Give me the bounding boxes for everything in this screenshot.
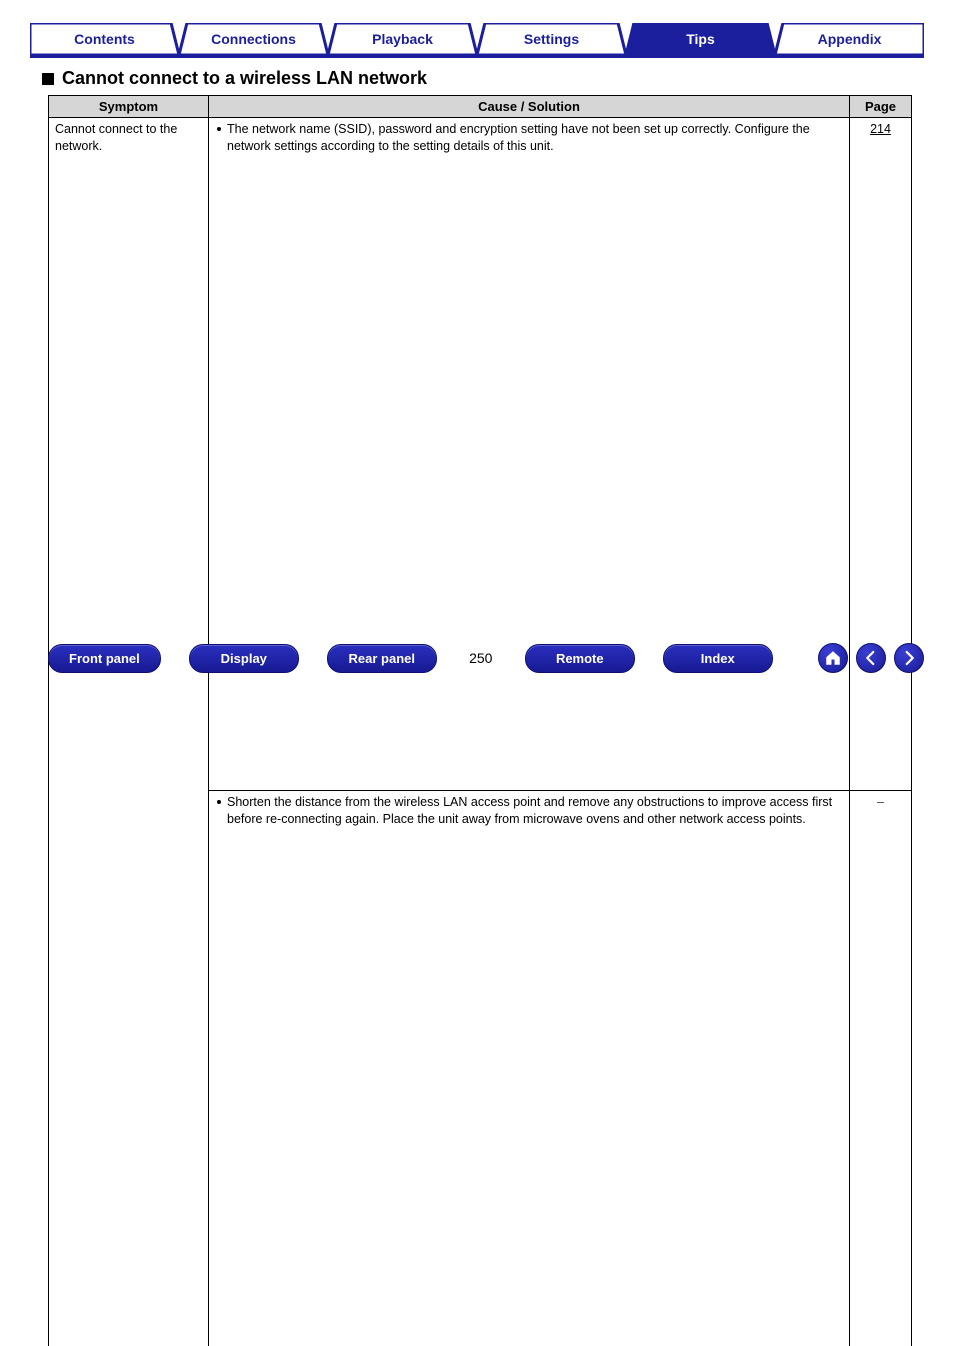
home-icon[interactable] [818,643,848,673]
troubleshoot-table-wrap: Symptom Cause / Solution Page Cannot con… [48,95,912,1346]
section-title-row: Cannot connect to a wireless LAN network [42,68,924,89]
tab-contents[interactable]: Contents [30,23,179,55]
next-page-icon[interactable] [894,643,924,673]
bottom-bar: Front panel Display Rear panel 250 Remot… [0,643,954,673]
remote-button[interactable]: Remote [525,644,635,673]
tab-appendix[interactable]: Appendix [775,23,924,55]
cell-cause: Shorten the distance from the wireless L… [209,791,850,1346]
tab-label: Appendix [775,23,924,55]
cell-symptom: Cannot connect to the network. [49,118,209,1346]
tab-label: Settings [477,23,626,55]
tab-label: Tips [626,23,775,55]
troubleshoot-table: Symptom Cause / Solution Page Cannot con… [48,95,912,1346]
th-cause: Cause / Solution [209,96,850,118]
tab-playback[interactable]: Playback [328,23,477,55]
page-link[interactable]: 214 [870,122,891,136]
table-row: Cannot connect to the network. The netwo… [49,118,912,791]
nav-icon-group [818,643,924,673]
prev-page-icon[interactable] [856,643,886,673]
top-tabs: Contents Connections Playback Settings T… [30,18,924,58]
rear-panel-button[interactable]: Rear panel [327,644,437,673]
th-page: Page [850,96,912,118]
cell-page: – [850,791,912,1346]
tab-label: Connections [179,23,328,55]
front-panel-button[interactable]: Front panel [48,644,161,673]
tab-label: Playback [328,23,477,55]
cell-cause: The network name (SSID), password and en… [209,118,850,791]
th-symptom: Symptom [49,96,209,118]
section-title: Cannot connect to a wireless LAN network [62,68,427,89]
tab-tips[interactable]: Tips [626,23,775,55]
square-bullet-icon [42,73,54,85]
display-button[interactable]: Display [189,644,299,673]
index-button[interactable]: Index [663,644,773,673]
tab-settings[interactable]: Settings [477,23,626,55]
table-head-row: Symptom Cause / Solution Page [49,96,912,118]
tab-connections[interactable]: Connections [179,23,328,55]
page-number: 250 [465,650,497,666]
cell-page: 214 [850,118,912,791]
tab-label: Contents [30,23,179,55]
